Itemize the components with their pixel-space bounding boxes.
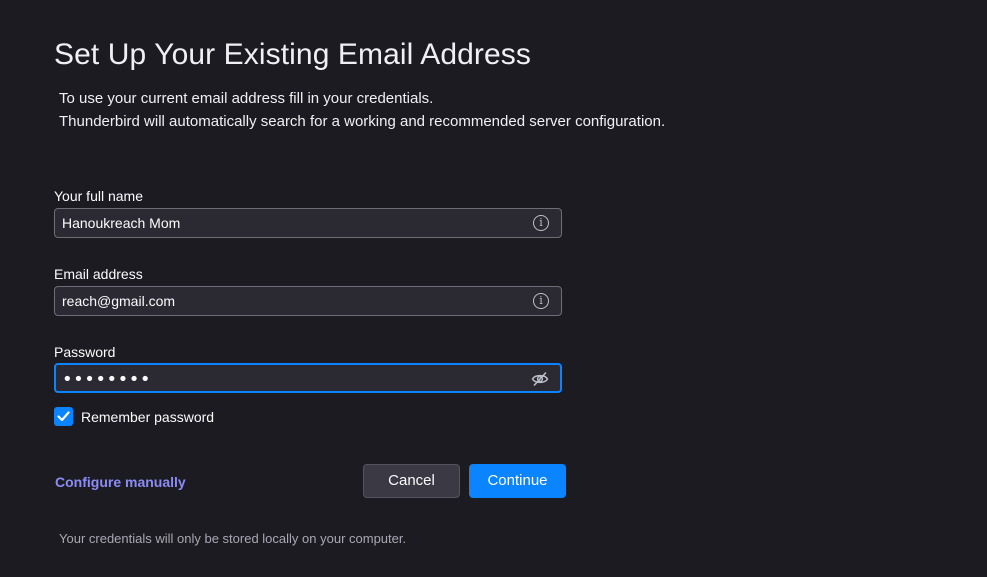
eye-slash-icon[interactable] xyxy=(531,370,549,388)
account-setup-page: Set Up Your Existing Email Address To us… xyxy=(0,0,987,577)
configure-manually-link[interactable]: Configure manually xyxy=(55,474,186,490)
continue-button[interactable]: Continue xyxy=(469,464,566,498)
password-input[interactable]: •••••••• xyxy=(62,369,151,390)
full-name-label: Your full name xyxy=(54,188,143,204)
full-name-input[interactable] xyxy=(62,209,522,237)
remember-password-checkbox[interactable] xyxy=(54,407,73,426)
password-field[interactable]: •••••••• xyxy=(54,363,562,393)
info-icon[interactable]: i xyxy=(533,215,549,231)
remember-password-label[interactable]: Remember password xyxy=(81,409,214,425)
page-title: Set Up Your Existing Email Address xyxy=(54,38,531,71)
description-line-1: To use your current email address fill i… xyxy=(59,90,434,107)
email-input[interactable] xyxy=(62,287,522,315)
footer-note: Your credentials will only be stored loc… xyxy=(59,531,407,546)
checkmark-icon xyxy=(57,411,70,422)
password-label: Password xyxy=(54,344,116,360)
cancel-button[interactable]: Cancel xyxy=(363,464,460,498)
email-label: Email address xyxy=(54,266,143,282)
full-name-field-wrapper: i xyxy=(54,208,562,238)
description-line-2: Thunderbird will automatically search fo… xyxy=(59,113,666,130)
info-icon[interactable]: i xyxy=(533,293,549,309)
email-field-wrapper: i xyxy=(54,286,562,316)
